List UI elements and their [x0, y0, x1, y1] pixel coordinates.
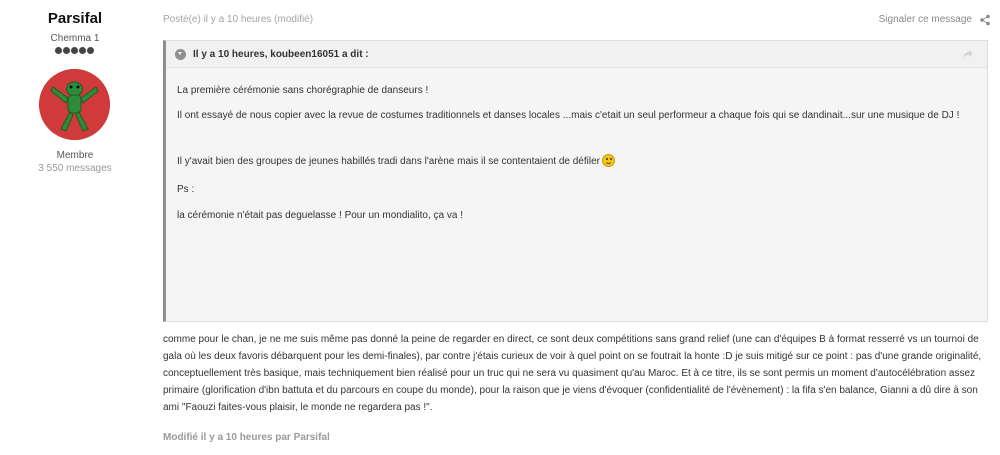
post-meta[interactable]: Posté(e) il y a 10 heures (modifié)	[163, 14, 313, 25]
author-name[interactable]: Parsifal	[0, 10, 150, 27]
share-arrow-icon[interactable]	[962, 48, 974, 60]
author-post-count[interactable]: 3 550 messages	[0, 163, 150, 174]
quote-paragraph: Ps :	[177, 184, 195, 195]
rank-dot	[79, 47, 86, 54]
report-post-link[interactable]: Signaler ce message	[879, 14, 972, 25]
quote-block: Il y a 10 heures, koubeen16051 a dit : L…	[163, 40, 988, 322]
quote-header: Il y a 10 heures, koubeen16051 a dit :	[166, 41, 987, 68]
rank-dots	[55, 47, 94, 54]
rank-dot	[63, 47, 70, 54]
quote-paragraph-text: Il y'avait bien des groupes de jeunes ha…	[177, 156, 600, 167]
rank-dot	[55, 47, 62, 54]
edited-note: Modifié il y a 10 heures par Parsifal	[163, 432, 330, 443]
quote-paragraph: La première cérémonie sans chorégraphie …	[177, 85, 429, 96]
quote-paragraph: la cérémonie n'était pas deguelasse ! Po…	[177, 210, 463, 221]
rank-dot	[87, 47, 94, 54]
quote-paragraph: Il ont essayé de nous copier avec la rev…	[177, 110, 960, 121]
rank-dot	[71, 47, 78, 54]
post-body: comme pour le chan, je ne me suis même p…	[163, 334, 982, 413]
author-group: Membre	[56, 150, 94, 161]
quote-citation: Il y a 10 heures, koubeen16051 a dit :	[193, 49, 369, 60]
avatar[interactable]	[39, 69, 110, 140]
quote-paragraph: Il y'avait bien des groupes de jeunes ha…	[177, 153, 977, 170]
author-title: Chemma 1	[50, 33, 100, 44]
smile-emoji-icon	[601, 154, 615, 167]
avatar-figure-image	[39, 69, 110, 140]
chevron-down-icon[interactable]	[175, 49, 186, 60]
share-icon[interactable]	[979, 14, 991, 26]
